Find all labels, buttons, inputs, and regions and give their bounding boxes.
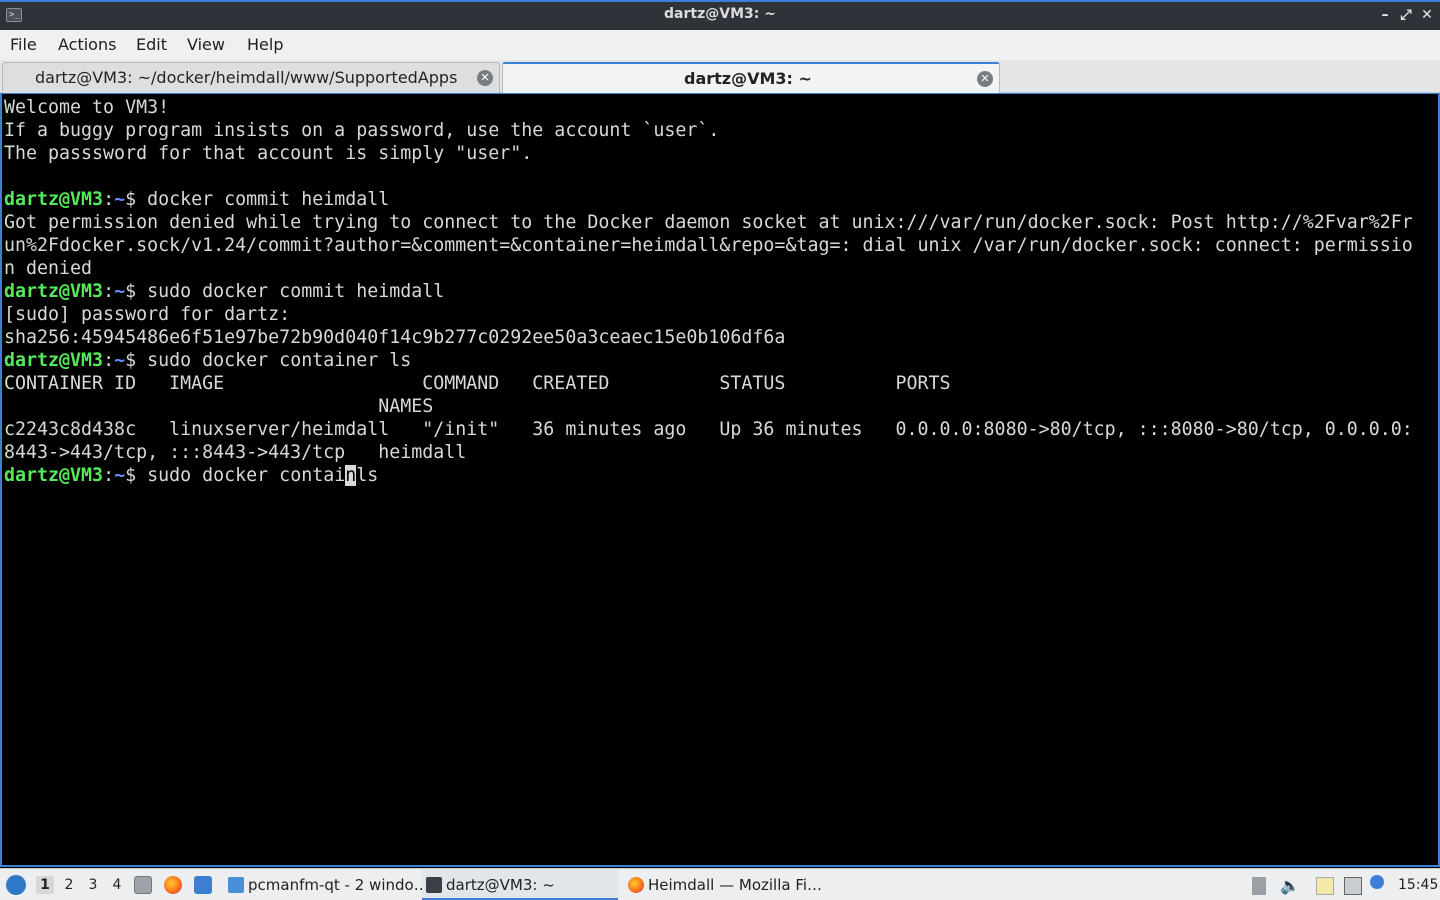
task-label: Heimdall — Mozilla Fi… (648, 876, 823, 894)
menu-file[interactable]: File (10, 35, 37, 54)
prompt-path: ~ (114, 350, 126, 371)
prompt-user: dartz@VM3 (4, 465, 104, 486)
prompt-colon: : (103, 189, 115, 210)
network-icon[interactable] (1344, 877, 1362, 895)
task-label: dartz@VM3: ~ (446, 876, 555, 894)
folder-icon (228, 877, 244, 893)
output-line: c2243c8d438c linuxserver/heimdall "/init… (4, 419, 1413, 440)
show-desktop-icon[interactable] (194, 876, 212, 894)
command-text: sudo docker contai (147, 465, 346, 486)
taskbar: 1 2 3 4 pcmanfm-qt - 2 windo… dartz@VM3:… (0, 868, 1440, 900)
clock[interactable]: 15:45 (1398, 869, 1438, 900)
prompt-user: dartz@VM3 (4, 281, 104, 302)
menu-edit[interactable]: Edit (136, 35, 167, 54)
prompt-colon: : (103, 465, 115, 486)
output-line: sha256:45945486e6f51e97be72b90d040f14c9b… (4, 327, 786, 348)
output-line: 8443->443/tcp, :::8443->443/tcp heimdall (4, 442, 467, 463)
tab-label: dartz@VM3: ~ (684, 69, 812, 88)
menu-view[interactable]: View (187, 35, 225, 54)
task-label: pcmanfm-qt - 2 windo… (248, 876, 429, 894)
prompt-symbol: $ (125, 281, 148, 302)
tab-supportedapps[interactable]: dartz@VM3: ~/docker/heimdall/www/Support… (2, 62, 500, 93)
window-titlebar[interactable]: >_ dartz@VM3: ~ – ⤢ ✕ (0, 0, 1440, 30)
prompt-symbol: $ (125, 350, 148, 371)
command-text: sudo docker container ls (147, 350, 412, 371)
prompt-path: ~ (114, 189, 126, 210)
desktop-3[interactable]: 3 (84, 876, 102, 894)
prompt-user: dartz@VM3 (4, 350, 104, 371)
tab-label: dartz@VM3: ~/docker/heimdall/www/Support… (35, 68, 458, 87)
prompt-colon: : (103, 350, 115, 371)
menu-actions[interactable]: Actions (58, 35, 116, 54)
start-menu-icon[interactable] (6, 875, 26, 895)
output-line: The passsword for that account is simply… (4, 143, 533, 164)
prompt-line: dartz@VM3:~$ sudo docker commit heimdall (4, 280, 444, 303)
tab-bar: dartz@VM3: ~/docker/heimdall/www/Support… (0, 60, 1440, 93)
menu-bar: File Actions Edit View Help (0, 30, 1440, 60)
close-window-button[interactable]: ✕ (1418, 5, 1436, 25)
menu-help[interactable]: Help (247, 35, 283, 54)
firefox-launcher-icon[interactable] (164, 876, 182, 894)
notification-icon[interactable] (1370, 875, 1384, 889)
clipboard-icon[interactable] (1316, 877, 1334, 895)
prompt-user: dartz@VM3 (4, 189, 104, 210)
desktop-2[interactable]: 2 (60, 876, 78, 894)
close-icon[interactable]: ✕ (477, 70, 493, 86)
task-pcmanfm[interactable]: pcmanfm-qt - 2 windo… (224, 869, 429, 900)
output-line: NAMES (4, 396, 434, 417)
command-text: docker commit heimdall (147, 189, 390, 210)
task-terminal[interactable]: dartz@VM3: ~ (422, 869, 618, 900)
prompt-colon: : (103, 281, 115, 302)
output-line: CONTAINER ID IMAGE COMMAND CREATED STATU… (4, 373, 951, 394)
command-text: sudo docker commit heimdall (147, 281, 445, 302)
text-cursor[interactable]: n (345, 465, 357, 486)
prompt-path: ~ (114, 281, 126, 302)
prompt-line: dartz@VM3:~$ docker commit heimdall (4, 188, 389, 211)
prompt-symbol: $ (125, 465, 148, 486)
output-line: Got permission denied while trying to co… (4, 212, 1413, 233)
desktop-1[interactable]: 1 (36, 876, 54, 894)
maximize-button[interactable]: ⤢ (1397, 5, 1415, 25)
desktop-4[interactable]: 4 (108, 876, 126, 894)
file-manager-launcher-icon[interactable] (134, 876, 152, 894)
minimize-button[interactable]: – (1376, 5, 1394, 25)
output-line: [sudo] password for dartz: (4, 304, 291, 325)
prompt-line: dartz@VM3:~$ sudo docker container ls (4, 349, 411, 372)
task-firefox[interactable]: Heimdall — Mozilla Fi… (624, 869, 823, 900)
firefox-icon (628, 877, 644, 893)
keyboard-tray-icon[interactable] (1252, 877, 1266, 895)
prompt-line: dartz@VM3:~$ sudo docker containls (4, 464, 378, 487)
output-line: n denied (4, 258, 93, 279)
tab-home[interactable]: dartz@VM3: ~ ✕ (502, 62, 1000, 93)
terminal-icon (426, 877, 442, 893)
output-line: un%2Fdocker.sock/v1.24/commit?author=&co… (4, 235, 1413, 256)
volume-icon[interactable]: 🔈 (1280, 877, 1300, 895)
window-title: dartz@VM3: ~ (664, 6, 776, 22)
close-icon[interactable]: ✕ (977, 71, 993, 87)
prompt-symbol: $ (125, 189, 148, 210)
terminal-output[interactable]: Welcome to VM3! If a buggy program insist… (0, 93, 1440, 867)
output-line: Welcome to VM3! (4, 97, 170, 118)
output-line: If a buggy program insists on a password… (4, 120, 720, 141)
command-text: ls (356, 465, 379, 486)
prompt-path: ~ (114, 465, 126, 486)
